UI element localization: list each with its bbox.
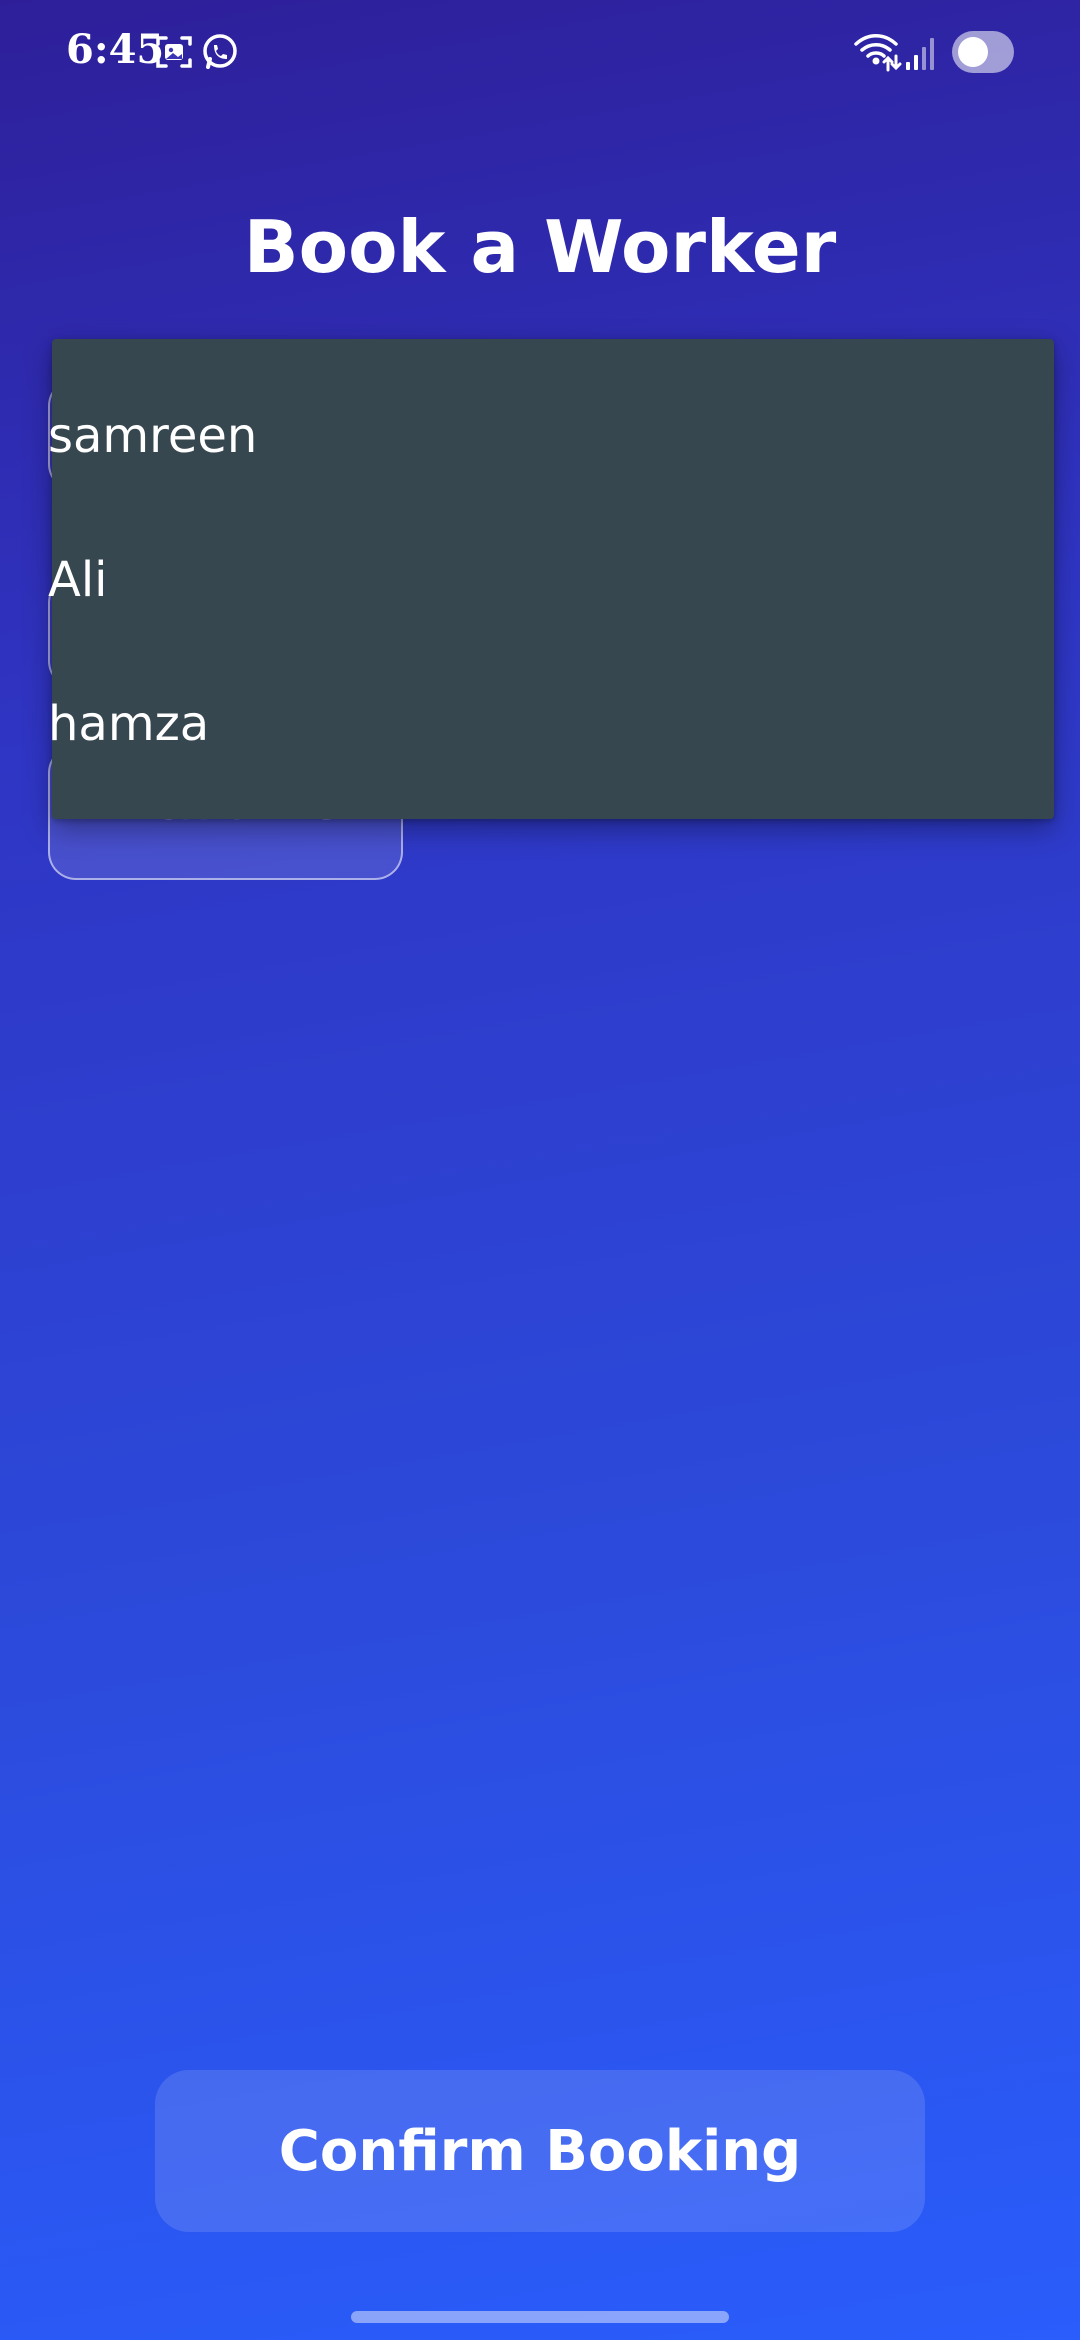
status-bar: 6:45 bbox=[0, 0, 1080, 110]
dropdown-option-hamza[interactable]: hamza bbox=[0, 652, 1002, 796]
status-time: 6:45 bbox=[66, 26, 165, 73]
home-indicator[interactable] bbox=[351, 2311, 729, 2323]
wifi-icon bbox=[852, 30, 902, 74]
whatsapp-icon bbox=[198, 30, 242, 74]
screenshot-icon bbox=[152, 30, 196, 74]
signal-icon bbox=[904, 30, 938, 74]
confirm-booking-button[interactable]: Confirm Booking bbox=[155, 2070, 925, 2232]
page-title: Book a Worker bbox=[243, 205, 837, 289]
dropdown-option-ali[interactable]: Ali bbox=[0, 508, 1002, 652]
battery-knob bbox=[958, 37, 988, 67]
battery-toggle-icon bbox=[952, 31, 1014, 73]
dropdown-option-samreen[interactable]: samreen bbox=[0, 364, 1002, 508]
